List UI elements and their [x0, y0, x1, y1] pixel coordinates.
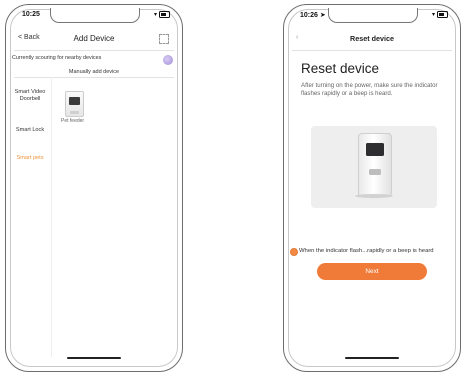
divider	[14, 77, 174, 78]
manual-add-label: Manually add device	[68, 69, 120, 75]
phone-frame	[10, 9, 178, 367]
home-indicator	[345, 357, 399, 359]
phone-add-device: 10:25 ▾ < Back Add Device Currently scou…	[5, 4, 183, 372]
status-time: 10:25	[22, 11, 40, 18]
reset-description: After turning on the power, make sure th…	[301, 82, 438, 97]
location-arrow-icon: ➤	[319, 12, 326, 19]
page-title: Add Device	[73, 34, 115, 43]
status-icons: ▾	[154, 11, 170, 18]
notch	[328, 8, 418, 23]
pet-feeder-device-image[interactable]	[65, 91, 84, 117]
device-label-pet-feeder[interactable]: Pet feeder	[61, 118, 84, 124]
scan-status-text: Currently scouring for nearby devices	[12, 55, 102, 61]
wifi-icon: ▾	[431, 12, 435, 19]
phone-reset-device: 10:26 ➤ ▾ ‹ Reset device Reset device Af…	[283, 4, 461, 372]
wifi-icon: ▾	[153, 12, 157, 19]
confirm-radio-button[interactable]	[290, 248, 298, 256]
battery-icon	[159, 11, 170, 18]
category-smart-video-doorbell[interactable]: Smart Video Doorbell	[12, 89, 48, 102]
page-title: Reset device	[350, 34, 394, 43]
scan-icon[interactable]	[159, 34, 169, 44]
category-smart-pets[interactable]: Smart pets	[12, 155, 48, 162]
home-indicator	[67, 357, 121, 359]
pet-feeder-image	[358, 133, 392, 197]
nav-bar: < Back Add Device	[14, 32, 174, 46]
reset-heading: Reset device	[301, 61, 380, 76]
status-icons: ▾	[432, 11, 448, 18]
battery-icon	[437, 11, 448, 18]
device-image-panel	[311, 126, 437, 208]
confirm-indicator-text[interactable]: When the indicator flash...rapidly or a …	[299, 248, 434, 254]
divider	[292, 50, 452, 51]
nav-bar: ‹ Reset device	[292, 32, 452, 46]
status-time: 10:26 ➤	[300, 12, 326, 19]
notch	[50, 8, 140, 23]
divider	[14, 50, 174, 51]
category-column-divider	[51, 77, 52, 357]
scanning-indicator-icon	[163, 55, 173, 65]
next-button[interactable]: Next	[317, 263, 427, 280]
category-smart-lock[interactable]: Smart Lock	[12, 127, 48, 134]
